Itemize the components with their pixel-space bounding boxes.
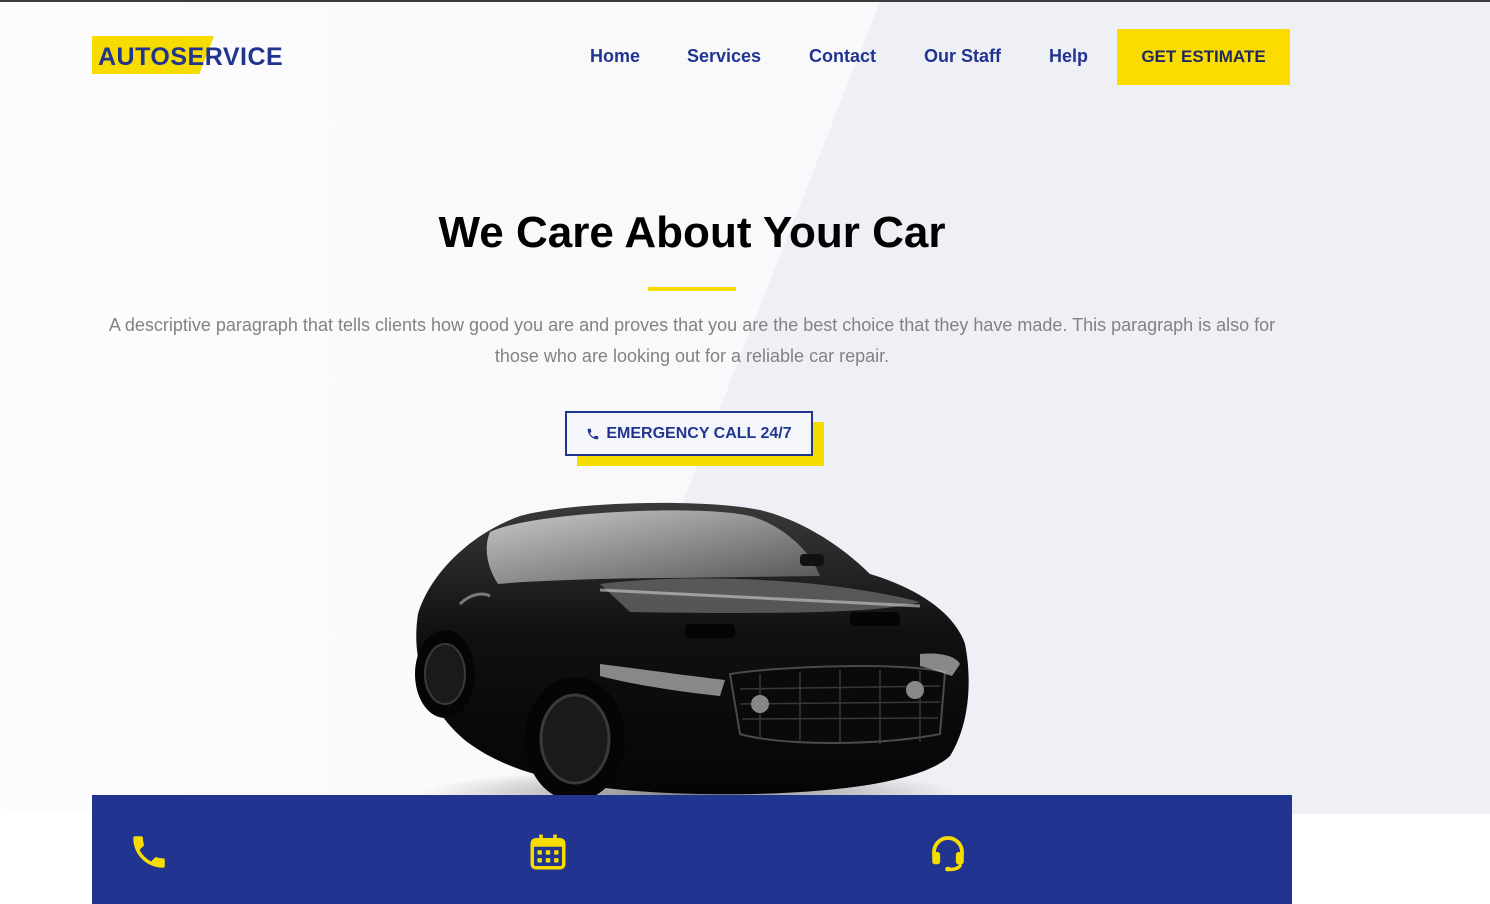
emergency-call-group: EMERGENCY CALL 24/7 (565, 411, 825, 469)
calendar-icon[interactable] (527, 831, 569, 873)
nav-help[interactable]: Help (1049, 46, 1088, 67)
emergency-call-label: EMERGENCY CALL 24/7 (606, 424, 792, 442)
hero-title: We Care About Your Car (438, 208, 946, 257)
emergency-call-button[interactable]: EMERGENCY CALL 24/7 (565, 411, 813, 456)
nav-home[interactable]: Home (590, 46, 640, 67)
title-underline (648, 287, 736, 291)
phone-icon (588, 428, 599, 439)
nav-services[interactable]: Services (687, 46, 761, 67)
phone-icon[interactable] (128, 831, 170, 873)
hero-description: A descriptive paragraph that tells clien… (108, 315, 1276, 366)
hero-section: AUTOSERVICE Home Services Contact Our St… (0, 0, 1490, 814)
sports-car-image (415, 502, 969, 814)
nav-our-staff[interactable]: Our Staff (924, 46, 1001, 67)
logo-text: AUTOSERVICE (98, 43, 284, 71)
headset-icon[interactable] (927, 831, 969, 873)
feature-bar (92, 795, 1292, 904)
get-estimate-button[interactable]: GET ESTIMATE (1117, 29, 1290, 85)
logo[interactable]: AUTOSERVICE (92, 36, 302, 76)
nav-contact[interactable]: Contact (809, 46, 876, 67)
